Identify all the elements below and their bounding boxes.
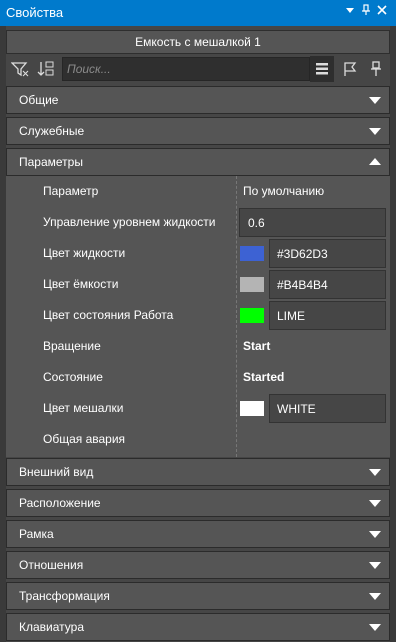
- filter-icon[interactable]: [8, 56, 32, 82]
- rotation-value[interactable]: Start: [243, 339, 270, 353]
- param-name: Общая авария: [43, 432, 126, 446]
- parameters-grid: Параметр По умолчанию Управление уровнем…: [6, 176, 390, 457]
- chevron-down-icon: [369, 128, 381, 135]
- color-swatch[interactable]: [240, 401, 264, 416]
- section-label: Общие: [19, 93, 59, 107]
- section-frame[interactable]: Рамка: [6, 520, 390, 548]
- chevron-down-icon: [369, 562, 381, 569]
- section-keyboard[interactable]: Клавиатура: [6, 613, 390, 641]
- param-row-liquid-color: Цвет жидкости #3D62D3: [6, 238, 390, 269]
- param-name: Цвет жидкости: [43, 246, 126, 260]
- properties-panel: Емкость с мешалкой 1 Общие Служебные Пар…: [6, 26, 390, 642]
- section-label: Рамка: [19, 527, 54, 541]
- parameters-header-row: Параметр По умолчанию: [6, 176, 390, 207]
- chevron-down-icon: [369, 500, 381, 507]
- section-relations[interactable]: Отношения: [6, 551, 390, 579]
- section-transform[interactable]: Трансформация: [6, 582, 390, 610]
- section-service[interactable]: Служебные: [6, 117, 390, 145]
- list-view-icon[interactable]: [310, 56, 334, 82]
- param-row-tank-color: Цвет ёмкости #B4B4B4: [6, 269, 390, 300]
- window-title: Свойства: [6, 5, 64, 20]
- chevron-down-icon: [369, 469, 381, 476]
- param-row-running-color: Цвет состояния Работа LIME: [6, 300, 390, 331]
- chevron-down-icon: [369, 531, 381, 538]
- section-general[interactable]: Общие: [6, 86, 390, 114]
- toolbar: [6, 56, 390, 82]
- param-row-general-alarm: Общая авария: [6, 424, 390, 455]
- param-row-state: Состояние Started: [6, 362, 390, 393]
- section-label: Параметры: [19, 155, 83, 169]
- param-name: Состояние: [43, 370, 103, 384]
- state-value[interactable]: Started: [243, 370, 284, 384]
- param-name: Управление уровнем жидкости: [43, 215, 216, 229]
- chevron-down-icon: [369, 97, 381, 104]
- section-label: Отношения: [19, 558, 84, 572]
- column-header-parameter: Параметр: [43, 184, 99, 198]
- running-color-field[interactable]: LIME: [269, 301, 386, 330]
- section-parameters[interactable]: Параметры: [6, 148, 390, 176]
- object-name: Емкость с мешалкой 1: [6, 30, 390, 54]
- chevron-down-icon: [369, 593, 381, 600]
- param-name: Цвет состояния Работа: [43, 308, 174, 322]
- section-appearance[interactable]: Внешний вид: [6, 458, 390, 486]
- param-name: Вращение: [43, 339, 101, 353]
- color-swatch[interactable]: [240, 277, 264, 292]
- section-label: Расположение: [19, 496, 101, 510]
- color-swatch[interactable]: [240, 308, 264, 323]
- param-row-rotation: Вращение Start: [6, 331, 390, 362]
- tank-color-field[interactable]: #B4B4B4: [269, 270, 386, 299]
- section-label: Внешний вид: [19, 465, 94, 479]
- param-row-mixer-color: Цвет мешалки WHITE: [6, 393, 390, 424]
- column-header-default: По умолчанию: [243, 184, 325, 198]
- section-label: Клавиатура: [19, 620, 84, 634]
- close-window-icon[interactable]: [375, 4, 389, 20]
- liquid-color-field[interactable]: #3D62D3: [269, 239, 386, 268]
- mixer-color-field[interactable]: WHITE: [269, 394, 386, 423]
- chevron-up-icon: [369, 158, 381, 165]
- flag-icon[interactable]: [338, 56, 362, 82]
- chevron-down-icon: [369, 624, 381, 631]
- pin-window-icon[interactable]: [359, 4, 373, 20]
- dropdown-icon[interactable]: [343, 4, 357, 20]
- section-label: Служебные: [19, 124, 85, 138]
- param-name: Цвет мешалки: [43, 401, 124, 415]
- pin-icon[interactable]: [364, 56, 388, 82]
- window-titlebar: Свойства: [0, 0, 396, 26]
- liquid-level-input[interactable]: 0.6: [239, 208, 386, 237]
- color-swatch[interactable]: [240, 246, 264, 261]
- param-row-liquid-level: Управление уровнем жидкости 0.6: [6, 207, 390, 238]
- param-name: Цвет ёмкости: [43, 277, 119, 291]
- section-position[interactable]: Расположение: [6, 489, 390, 517]
- search-input[interactable]: [67, 62, 297, 76]
- sort-icon[interactable]: [34, 56, 58, 82]
- search-box[interactable]: [62, 57, 310, 81]
- section-label: Трансформация: [19, 589, 110, 603]
